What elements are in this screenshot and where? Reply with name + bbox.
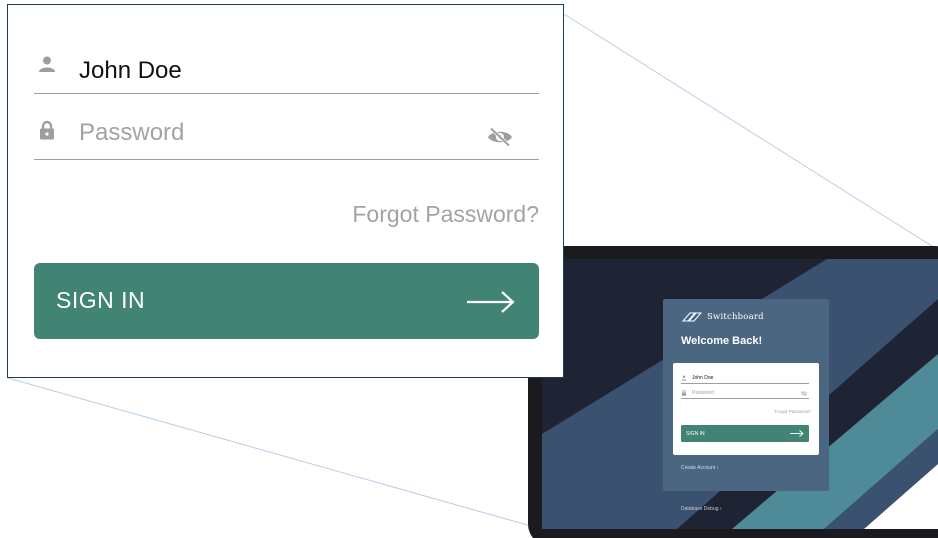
forgot-password-link[interactable]: Forgot Password? xyxy=(352,201,539,228)
create-account-link[interactable]: Create Account › xyxy=(681,465,718,471)
arrow-right-icon xyxy=(467,291,515,313)
mini-password-field[interactable]: Password xyxy=(681,388,809,399)
username-value: John Doe xyxy=(79,57,182,84)
username-field[interactable]: John Doe xyxy=(34,37,539,94)
sign-in-label: SIGN IN xyxy=(56,287,146,313)
mini-sign-in-label: SIGN IN xyxy=(686,430,705,437)
eye-off-icon[interactable] xyxy=(487,127,513,147)
mini-sign-in-button[interactable]: SIGN IN xyxy=(681,425,809,442)
brand: Switchboard xyxy=(681,311,764,323)
mini-forgot-password-link[interactable]: Forgot Password? xyxy=(774,409,811,414)
mini-login-form: John Doe Password Forgot Password? SIGN … xyxy=(673,363,819,455)
switchboard-logo-icon xyxy=(681,312,703,322)
password-field[interactable]: Password xyxy=(34,103,539,160)
login-card: Switchboard Welcome Back! John Doe Passw… xyxy=(663,299,829,491)
zoomed-login-panel: John Doe Password Forgot Password? SIGN … xyxy=(7,4,564,378)
lock-icon xyxy=(682,390,686,396)
tablet-screen: Switchboard Welcome Back! John Doe Passw… xyxy=(542,259,938,529)
welcome-title: Welcome Back! xyxy=(681,335,763,347)
person-icon xyxy=(39,56,55,72)
mini-username-field[interactable]: John Doe xyxy=(681,373,809,384)
mini-password-placeholder: Password xyxy=(692,390,714,396)
eye-off-icon[interactable] xyxy=(801,391,807,396)
person-icon xyxy=(681,375,687,381)
password-placeholder: Password xyxy=(79,119,185,146)
brand-name: Switchboard xyxy=(707,312,764,322)
database-debug-link[interactable]: Database Debug › xyxy=(681,506,722,512)
sign-in-button[interactable]: SIGN IN xyxy=(34,263,539,339)
arrow-right-icon xyxy=(790,430,804,437)
mini-username-value: John Doe xyxy=(692,375,714,381)
lock-icon xyxy=(40,120,54,140)
